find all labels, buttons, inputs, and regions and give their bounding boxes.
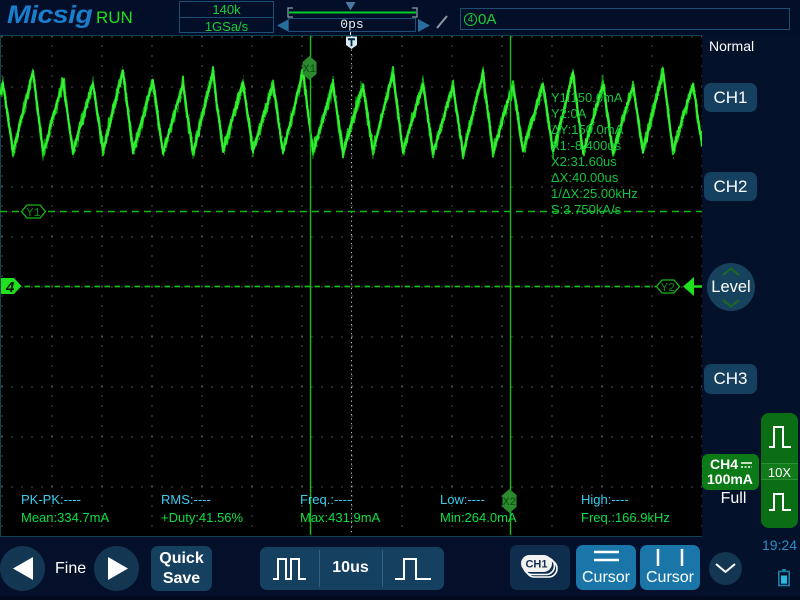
svg-text:Y1: Y1 bbox=[26, 206, 40, 220]
svg-text:4: 4 bbox=[5, 279, 15, 296]
svg-text:X1: X1 bbox=[303, 64, 317, 76]
svg-text:Y2: Y2 bbox=[661, 281, 675, 295]
svg-text:X2: X2 bbox=[503, 497, 516, 509]
svg-text:CH1: CH1 bbox=[525, 559, 547, 571]
